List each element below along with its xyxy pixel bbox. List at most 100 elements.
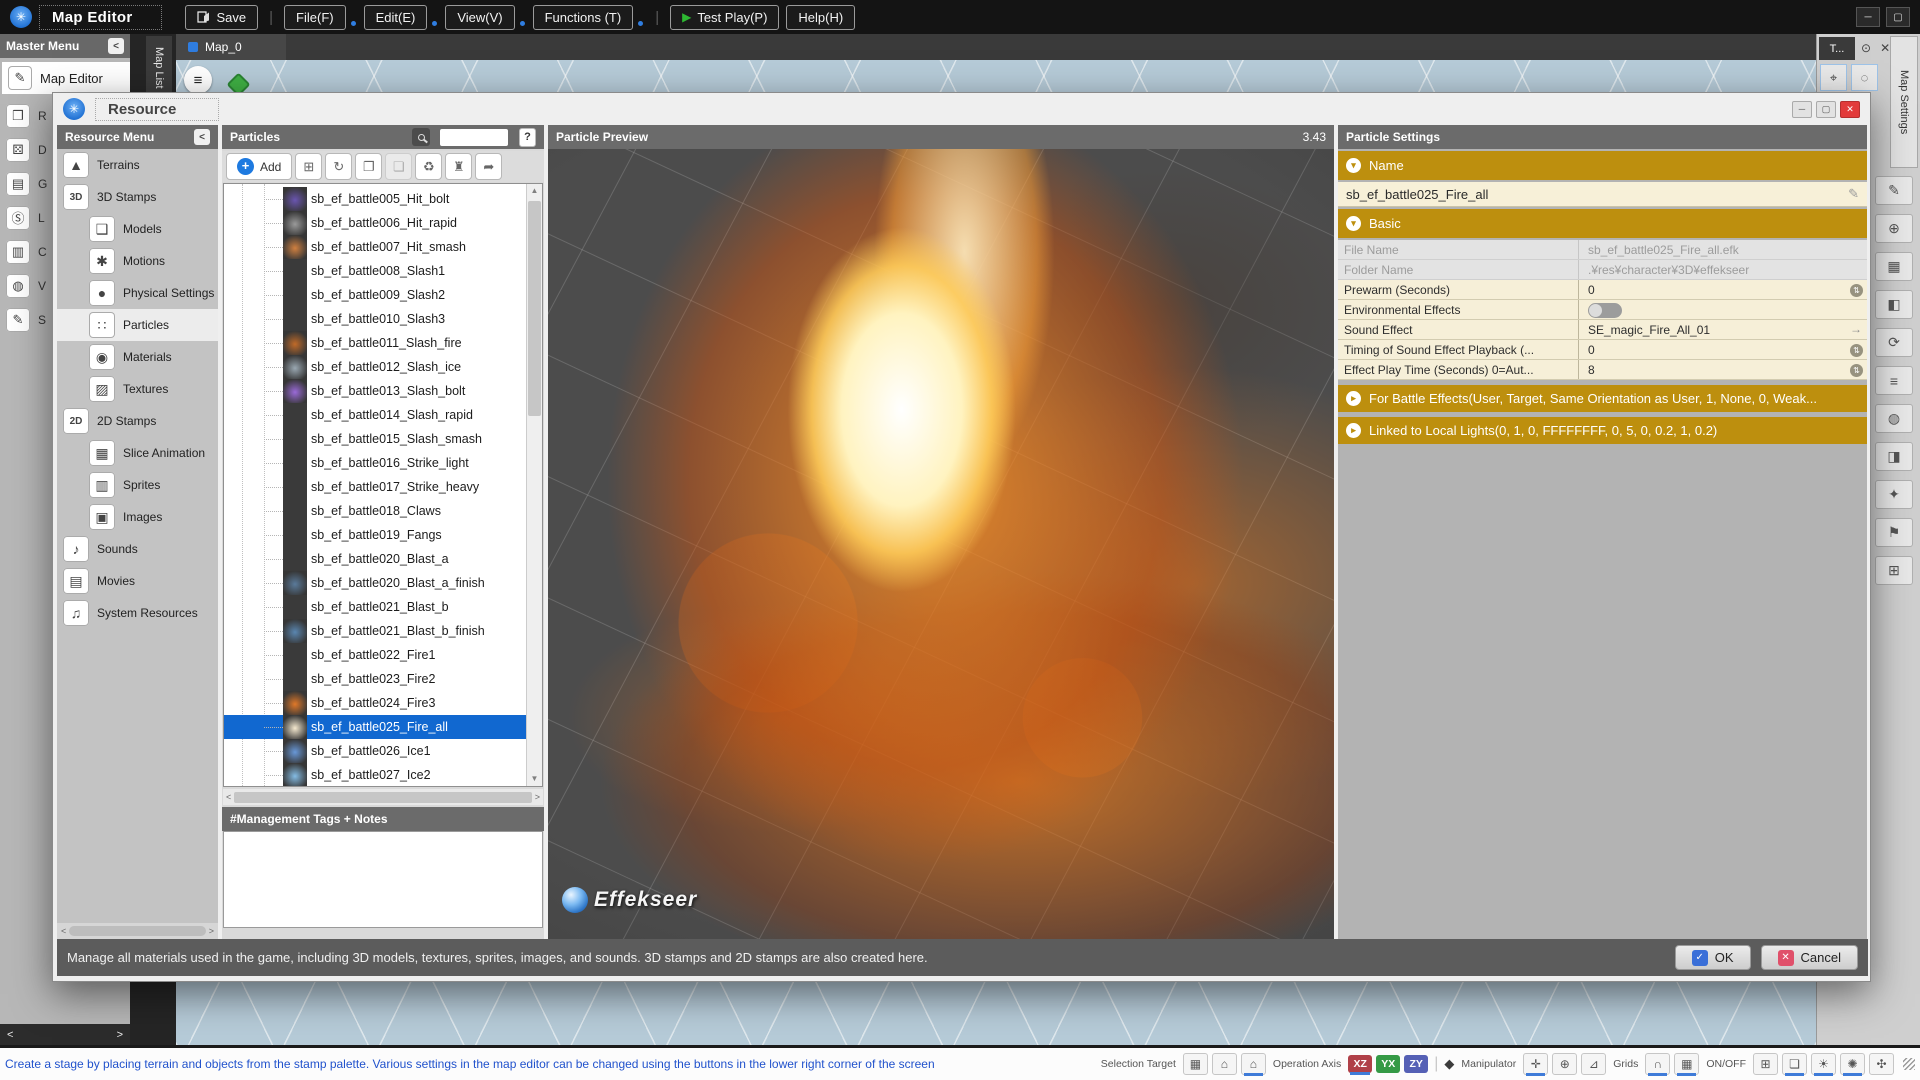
pin-icon[interactable]: ⊙ xyxy=(1861,41,1871,55)
particle-list-item[interactable]: sb_ef_battle018_Claws xyxy=(224,499,527,523)
dialog-minimize-icon[interactable]: ─ xyxy=(1792,101,1812,118)
particle-list-item[interactable]: sb_ef_battle005_Hit_bolt xyxy=(224,187,527,211)
help-menu-button[interactable]: Help(H) xyxy=(786,5,855,30)
selection-target-stamp-button[interactable]: ▦ xyxy=(1183,1053,1208,1075)
reload-button[interactable]: ↻ xyxy=(325,153,352,180)
search-input[interactable] xyxy=(440,129,508,146)
setting-value[interactable]: 8⇅ xyxy=(1579,360,1867,379)
test-play-button[interactable]: ▶ Test Play(P) xyxy=(670,5,779,30)
particle-list-item[interactable]: sb_ef_battle017_Strike_heavy xyxy=(224,475,527,499)
map-tab[interactable]: Map_0 xyxy=(176,34,286,60)
map-list-tab[interactable]: Map List xyxy=(146,36,172,100)
collapse-resource-menu-icon[interactable]: < xyxy=(194,129,210,145)
scroll-right-icon[interactable]: > xyxy=(209,926,214,936)
map-tool-button-11[interactable]: ⊞ xyxy=(1875,556,1913,585)
display-bone-button[interactable]: ✣ xyxy=(1869,1053,1894,1075)
scroll-left-icon[interactable]: < xyxy=(61,926,66,936)
particle-list-item[interactable]: sb_ef_battle022_Fire1 xyxy=(224,643,527,667)
setting-value[interactable] xyxy=(1579,300,1867,319)
toggle-switch[interactable] xyxy=(1588,303,1622,318)
particle-list-item[interactable]: sb_ef_battle024_Fire3 xyxy=(224,691,527,715)
scroll-left-icon[interactable]: < xyxy=(226,792,231,802)
particle-preview-viewport[interactable]: Effekseer xyxy=(548,149,1334,939)
manipulator-move-button[interactable]: ✛ xyxy=(1523,1053,1548,1075)
resource-menu-item-models[interactable]: ❑Models xyxy=(57,213,218,245)
map-tool-button-3[interactable]: ▦ xyxy=(1875,252,1913,281)
manipulator-rotate-button[interactable]: ⊕ xyxy=(1552,1053,1577,1075)
spinner-icon[interactable]: ⇅ xyxy=(1850,364,1863,377)
map-tool-button-4[interactable]: ◧ xyxy=(1875,290,1913,319)
resource-menu-item-slice-animation[interactable]: ▦Slice Animation xyxy=(57,437,218,469)
copy-button[interactable]: ❐ xyxy=(355,153,382,180)
resource-menu-item-2d-stamps[interactable]: 2D2D Stamps xyxy=(57,405,218,437)
help-button[interactable]: ? xyxy=(519,128,536,147)
section-header-basic[interactable]: ▾ Basic xyxy=(1338,209,1867,238)
resource-menu-item-motions[interactable]: ✱Motions xyxy=(57,245,218,277)
delete-button[interactable]: ♻ xyxy=(415,153,442,180)
scroll-up-icon[interactable]: ▲ xyxy=(527,184,542,198)
grid-snap-button[interactable]: ∩ xyxy=(1645,1053,1670,1075)
particle-list-item[interactable]: sb_ef_battle021_Blast_b xyxy=(224,595,527,619)
save-button[interactable]: Save xyxy=(185,5,259,30)
map-settings-tab[interactable]: Map Settings xyxy=(1890,36,1918,168)
particle-list-item[interactable]: sb_ef_battle025_Fire_all xyxy=(224,715,527,739)
dialog-close-icon[interactable]: ✕ xyxy=(1840,101,1860,118)
scroll-left-icon[interactable]: < xyxy=(7,1029,13,1041)
particle-list-item[interactable]: sb_ef_battle019_Fangs xyxy=(224,523,527,547)
scroll-down-icon[interactable]: ▼ xyxy=(527,772,542,786)
dialog-maximize-icon[interactable]: ▢ xyxy=(1816,101,1836,118)
spinner-icon[interactable]: ⇅ xyxy=(1850,344,1863,357)
particle-list-item[interactable]: sb_ef_battle009_Slash2 xyxy=(224,283,527,307)
map-tool-button-9[interactable]: ✦ xyxy=(1875,480,1913,509)
resource-menu-hscrollbar[interactable]: < > xyxy=(57,923,218,939)
particle-list-item[interactable]: sb_ef_battle016_Strike_light xyxy=(224,451,527,475)
map-tool-button-1[interactable]: ✎ xyxy=(1875,176,1913,205)
master-menu-scrollbar[interactable]: < > xyxy=(0,1024,130,1045)
map-tool-button-5[interactable]: ⟳ xyxy=(1875,328,1913,357)
map-tool-button-6[interactable]: ≡ xyxy=(1875,366,1913,395)
edit-pencil-icon[interactable]: ✎ xyxy=(1848,186,1859,202)
minimize-icon[interactable]: ─ xyxy=(1856,7,1880,27)
particle-list-item[interactable]: sb_ef_battle014_Slash_rapid xyxy=(224,403,527,427)
resource-menu-item-images[interactable]: ▣Images xyxy=(57,501,218,533)
master-menu-item-map-editor[interactable]: ✎ Map Editor xyxy=(2,62,130,94)
management-notes-area[interactable] xyxy=(223,831,543,928)
particle-list-item[interactable]: sb_ef_battle006_Hit_rapid xyxy=(224,211,527,235)
menu-item-file[interactable]: File(F) xyxy=(284,5,346,30)
resource-menu-item-particles[interactable]: ∷Particles xyxy=(57,309,218,341)
particle-list-item[interactable]: sb_ef_battle010_Slash3 xyxy=(224,307,527,331)
particle-list-item[interactable]: sb_ef_battle027_Ice2 xyxy=(224,763,527,787)
name-value-row[interactable]: sb_ef_battle025_Fire_all ✎ xyxy=(1338,182,1867,207)
export-button[interactable]: ➦ xyxy=(475,153,502,180)
selection-target-all-button[interactable]: ⌂ xyxy=(1241,1053,1266,1075)
particle-list-item[interactable]: sb_ef_battle023_Fire2 xyxy=(224,667,527,691)
resource-menu-item-3d-stamps[interactable]: 3D3D Stamps xyxy=(57,181,218,213)
particle-list-item[interactable]: sb_ef_battle013_Slash_bolt xyxy=(224,379,527,403)
map-menu-button[interactable]: ≡ xyxy=(184,66,212,94)
selection-target-object-button[interactable]: ⌂ xyxy=(1212,1053,1237,1075)
spinner-icon[interactable]: ⇅ xyxy=(1850,284,1863,297)
stamp-button[interactable]: ♜ xyxy=(445,153,472,180)
axis-yx-button[interactable]: YX xyxy=(1376,1055,1400,1073)
resource-menu-item-textures[interactable]: ▨Textures xyxy=(57,373,218,405)
setting-value[interactable]: 0⇅ xyxy=(1579,280,1867,299)
resource-menu-item-sprites[interactable]: ▥Sprites xyxy=(57,469,218,501)
scroll-right-icon[interactable]: > xyxy=(535,792,540,802)
ok-button[interactable]: ✓ OK xyxy=(1675,945,1751,970)
manipulator-scale-button[interactable]: ⊿ xyxy=(1581,1053,1606,1075)
particle-list-item[interactable]: sb_ef_battle012_Slash_ice xyxy=(224,355,527,379)
map-tool-button-2[interactable]: ⊕ xyxy=(1875,214,1913,243)
particle-list-item[interactable]: sb_ef_battle021_Blast_b_finish xyxy=(224,619,527,643)
particle-list-item[interactable]: sb_ef_battle026_Ice1 xyxy=(224,739,527,763)
particle-list-item[interactable]: sb_ef_battle020_Blast_a_finish xyxy=(224,571,527,595)
scrollbar-thumb[interactable] xyxy=(234,792,531,803)
resource-menu-item-movies[interactable]: ▤Movies xyxy=(57,565,218,597)
cancel-button[interactable]: ✕ Cancel xyxy=(1761,945,1858,970)
detail-arrow-icon[interactable]: → xyxy=(1850,322,1862,336)
close-icon[interactable]: ✕ xyxy=(1880,41,1890,55)
menu-item-view[interactable]: View(V) xyxy=(445,5,514,30)
setting-value[interactable]: 0⇅ xyxy=(1579,340,1867,359)
add-folder-button[interactable]: ⊞ xyxy=(295,153,322,180)
particle-list-item[interactable]: sb_ef_battle011_Slash_fire xyxy=(224,331,527,355)
resource-menu-item-sounds[interactable]: ♪Sounds xyxy=(57,533,218,565)
